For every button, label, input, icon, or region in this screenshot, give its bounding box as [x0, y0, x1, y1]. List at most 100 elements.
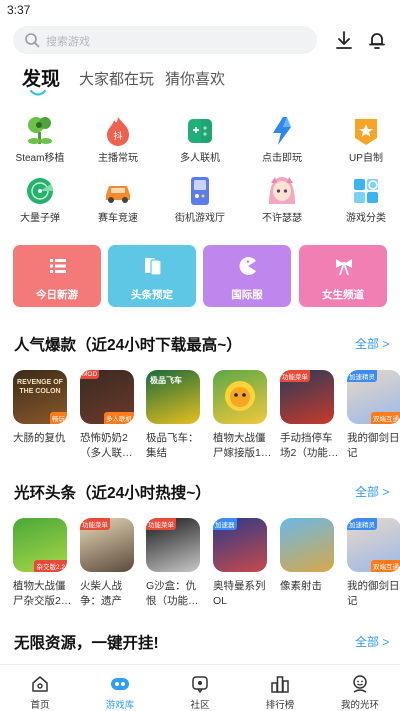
game-name: 奥特曼系列OL [213, 580, 266, 607]
card-label: 女生频道 [322, 289, 364, 301]
game-name: 像素射击 [280, 580, 322, 592]
car-icon [106, 186, 130, 203]
nav-label: 首页 [30, 700, 50, 711]
community-icon [192, 676, 208, 694]
list-icon [50, 259, 66, 273]
section-view-all[interactable]: 全部 > [355, 335, 389, 352]
section-title: 人气爆款（近24小时下载最高~） [14, 337, 242, 354]
category-all-genres[interactable]: 游戏分类 [326, 170, 400, 226]
cover-art-text: 加速器 [213, 518, 237, 530]
nav-rankings[interactable]: 排行榜 [240, 665, 320, 711]
game-badge: 杂交版2.2 [34, 560, 67, 572]
bottom-nav: 首页 游戏库 社区 排行榜 我的光环 [0, 664, 400, 711]
cover-art-text: 极品飞车 [150, 376, 182, 385]
game-name: 我的御剑日记 [347, 432, 400, 459]
category-no-nsfw[interactable]: 不许瑟瑟 [242, 170, 322, 226]
cover-art-text: 加速精灵 [347, 518, 377, 530]
pacman-icon [239, 257, 256, 275]
game-cover: MOD 多人联机 [80, 370, 134, 424]
category-arcade[interactable]: 街机游戏厅 [160, 170, 240, 226]
game-badge: 双端互通 [371, 412, 400, 424]
game-badge: 多人联机 [104, 412, 134, 424]
game-cover: REVENGE OF THE COLON 畅玩 [13, 370, 67, 424]
feature-cards: 今日新游 头条预定 国际服 女生频道 [13, 245, 387, 307]
status-bar: 3:37 [0, 0, 400, 22]
card-headline-preorder[interactable]: 头条预定 [108, 245, 196, 307]
category-instant-play[interactable]: 点击即玩 [242, 110, 322, 166]
gamepad-icon [188, 119, 212, 143]
top-bar: 搜索游戏 [0, 26, 400, 56]
category-label: 大量子弹 [20, 213, 60, 224]
nav-label: 我的光环 [340, 700, 379, 711]
status-time: 3:37 [7, 3, 31, 17]
tab-guess-you-like[interactable]: 猜你喜欢 [165, 68, 225, 89]
game-cover: 功能菜单 [146, 518, 200, 572]
radar-icon [27, 178, 54, 204]
up-badge-icon [355, 119, 377, 145]
nav-game-library[interactable]: 游戏库 [80, 665, 160, 711]
category-bullet-hell[interactable]: 大量子弹 [0, 170, 80, 226]
section-view-all[interactable]: 全部 > [355, 633, 389, 650]
game-cover: 加速器 [213, 518, 267, 572]
game-name: 手动挡停车场2（功能… [280, 432, 339, 459]
game-library-icon [111, 678, 129, 690]
game-cover: 加速精灵 双端互通 [347, 518, 400, 572]
nav-home[interactable]: 首页 [0, 665, 80, 711]
nav-label: 排行榜 [265, 700, 295, 711]
category-streamer-favorites[interactable]: 抖 主播常玩 [78, 110, 158, 166]
game-name: 火柴人战争：遗产（… [80, 580, 122, 607]
game-name: 我的御剑日记 [347, 580, 400, 607]
category-label: 多人联机 [180, 153, 220, 164]
game-name: G沙盒：仇恨（功能… [146, 580, 199, 607]
profile-icon [353, 675, 367, 693]
flame-icon: 抖 [107, 117, 129, 146]
svg-text:抖: 抖 [113, 130, 122, 142]
anime-girl-icon [269, 177, 295, 204]
card-label: 国际服 [231, 289, 263, 301]
cover-art-text: MOD [80, 370, 100, 379]
tab-discover[interactable]: 发现 [22, 64, 60, 91]
category-label: UP自制 [349, 153, 383, 164]
plant-icon [28, 117, 52, 144]
category-multiplayer[interactable]: 多人联机 [160, 110, 240, 166]
game-badge: 双端互通 [371, 560, 400, 572]
search-placeholder: 搜索游戏 [46, 36, 90, 48]
download-icon[interactable] [333, 29, 355, 51]
category-steam-port[interactable]: Steam移植 [0, 110, 80, 166]
bow-icon [336, 259, 352, 276]
game-cover: 加速精灵 双端互通 [347, 370, 400, 424]
game-badge: 功能菜单 [280, 370, 310, 382]
category-label: 不许瑟瑟 [262, 213, 302, 224]
tab-active-indicator [30, 90, 46, 96]
nav-my-profile[interactable]: 我的光环 [320, 665, 400, 711]
card-girls-channel[interactable]: 女生频道 [299, 245, 387, 307]
game-badge: 功能菜单 [80, 518, 110, 530]
game-cover: 功能菜单 [280, 370, 334, 424]
sunflower-art [225, 381, 255, 411]
nav-community[interactable]: 社区 [160, 665, 240, 711]
section-title: 无限资源，一键开挂! [14, 635, 159, 652]
cover-art-text: 加速精灵 [347, 370, 377, 382]
search-input[interactable]: 搜索游戏 [13, 26, 317, 54]
game-cover [280, 518, 334, 572]
category-label: Steam移植 [15, 153, 65, 164]
game-name: 大肠的复仇 [13, 432, 66, 444]
category-label: 街机游戏厅 [175, 213, 225, 224]
bell-icon[interactable] [366, 29, 388, 51]
category-up-created[interactable]: UP自制 [326, 110, 400, 166]
game-cover: 极品飞车 [146, 370, 200, 424]
card-label: 今日新游 [36, 289, 78, 301]
category-label: 赛车竞速 [98, 213, 138, 224]
section-view-all[interactable]: 全部 > [355, 483, 389, 500]
category-label: 游戏分类 [346, 213, 386, 224]
tab-everyone-playing[interactable]: 大家都在玩 [79, 68, 154, 89]
category-label: 点击即玩 [262, 153, 302, 164]
card-new-games-today[interactable]: 今日新游 [13, 245, 101, 307]
game-name: 植物大战僵尸杂交版2… [13, 580, 72, 607]
category-racing[interactable]: 赛车竞速 [78, 170, 158, 226]
category-label: 主播常玩 [98, 153, 138, 164]
card-international-server[interactable]: 国际服 [203, 245, 291, 307]
game-name: 植物大战僵尸嫁接版1… [213, 432, 272, 459]
arcade-icon [191, 177, 209, 205]
cards-icon [145, 258, 162, 276]
